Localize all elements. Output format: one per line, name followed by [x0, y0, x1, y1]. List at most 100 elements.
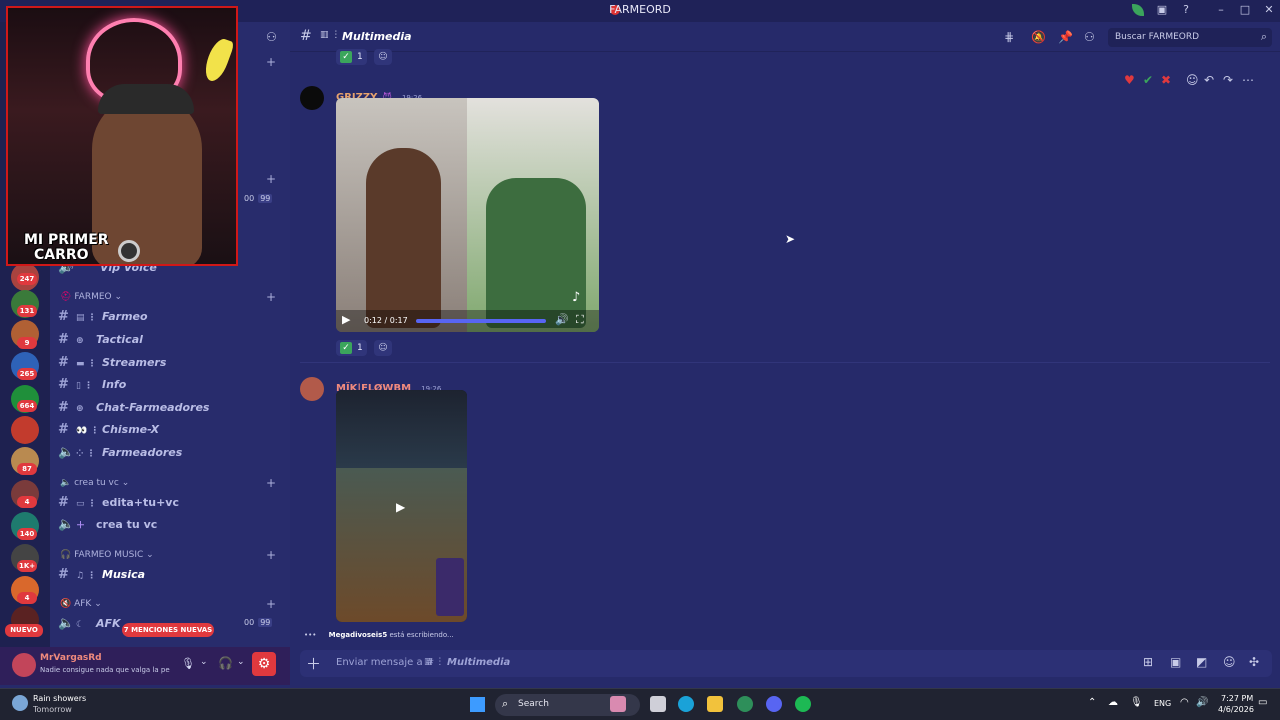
- clock-date[interactable]: 4/6/2026: [1218, 705, 1254, 714]
- threads-icon[interactable]: ⋕: [1004, 30, 1014, 44]
- channel-chisme-x[interactable]: # 👀 ⋮ Chisme-X: [58, 422, 159, 440]
- add-channel-icon[interactable]: +: [266, 290, 276, 304]
- category-afk[interactable]: 🔇 AFK ⌄: [60, 599, 102, 609]
- play-icon[interactable]: ▶: [396, 500, 405, 514]
- group-figure: [486, 178, 586, 328]
- maximize-button[interactable]: □: [1235, 3, 1255, 16]
- screen-icon[interactable]: ▣: [1152, 3, 1172, 16]
- gif-icon[interactable]: ▣: [1170, 655, 1181, 669]
- channel-info[interactable]: # ▯ ⋮ Info: [58, 377, 126, 395]
- hash-icon: #: [58, 495, 69, 510]
- add-channel-icon[interactable]: +: [266, 55, 276, 69]
- add-channel-icon[interactable]: +: [266, 548, 276, 562]
- members-icon[interactable]: ⚇: [1084, 30, 1095, 44]
- headphones-icon[interactable]: 🎧: [218, 656, 233, 670]
- message-composer[interactable]: ＋ Enviar mensaje a # ▥ ⋮ Multimedia ⊞ ▣ …: [300, 650, 1272, 677]
- sticker-icon[interactable]: ◩: [1196, 655, 1207, 669]
- category-farmeo[interactable]: ⛑ FARMEO ⌄: [60, 292, 122, 302]
- heart-icon[interactable]: ♥: [1124, 73, 1135, 87]
- clock-time[interactable]: 7:27 PM: [1221, 694, 1253, 703]
- category-farmeo-music[interactable]: 🎧 FARMEO MUSIC ⌄: [60, 550, 154, 560]
- reaction-check[interactable]: ✓ 1: [336, 340, 367, 356]
- tray-chevron-icon[interactable]: ⌃: [1088, 697, 1096, 708]
- emoji-icon[interactable]: ☺: [1223, 655, 1236, 669]
- play-icon[interactable]: ▶: [342, 313, 350, 326]
- avatar[interactable]: [12, 653, 36, 677]
- video-attachment[interactable]: ▶: [336, 390, 467, 622]
- cross-icon[interactable]: ✖: [1161, 73, 1171, 87]
- cursor-icon: ➤: [785, 232, 796, 246]
- server-icon[interactable]: [11, 416, 39, 444]
- voice-count-b: 99: [258, 194, 273, 203]
- app-icon[interactable]: [737, 696, 753, 712]
- search-label: Search: [518, 699, 549, 709]
- spotify-icon[interactable]: [795, 696, 811, 712]
- add-reaction-button[interactable]: ☺: [374, 49, 392, 65]
- discord-icon[interactable]: [766, 696, 782, 712]
- video-attachment[interactable]: ♪ ▶ 0:12 / 0:17 🔊 ⛶: [336, 98, 599, 332]
- forward-icon[interactable]: ↷: [1223, 73, 1233, 87]
- volume-icon[interactable]: 🔊: [555, 313, 569, 326]
- message-avatar[interactable]: [300, 86, 324, 110]
- tray-widgets-icon[interactable]: [610, 696, 626, 712]
- new-pill[interactable]: NUEVO: [5, 624, 43, 637]
- channel-farmeadores[interactable]: 🔈 ⁘ ⋮ Farmeadores: [58, 445, 182, 463]
- chevron-down-icon[interactable]: ⌄: [200, 657, 208, 667]
- voice-count: 00 99: [244, 618, 273, 627]
- channel-tactical[interactable]: # ⊕ Tactical: [58, 332, 143, 350]
- settings-gear-icon[interactable]: ⚙: [252, 652, 276, 676]
- file-explorer-icon[interactable]: [707, 696, 723, 712]
- fullscreen-icon[interactable]: ⛶: [576, 313, 584, 327]
- video-progress[interactable]: [416, 319, 546, 323]
- close-button[interactable]: ✕: [1259, 3, 1279, 16]
- add-channel-icon[interactable]: +: [266, 597, 276, 611]
- more-icon[interactable]: ⋯: [1242, 73, 1254, 87]
- add-channel-icon[interactable]: +: [266, 476, 276, 490]
- wifi-icon[interactable]: ◠: [1180, 697, 1189, 708]
- chevron-down-icon[interactable]: ⌄: [237, 657, 245, 667]
- volume-icon[interactable]: 🔊: [1196, 697, 1208, 708]
- pin-icon[interactable]: 📌: [1058, 30, 1073, 44]
- channel-chat-farmeadores[interactable]: # ⊕ Chat-Farmeadores: [58, 400, 209, 418]
- check-icon[interactable]: ✔: [1143, 73, 1153, 87]
- category-label: crea tu vc: [74, 478, 119, 488]
- document-icon: ▯ ⋮: [76, 381, 94, 391]
- gift-icon[interactable]: ⊞: [1143, 655, 1153, 669]
- channel-musica[interactable]: # ♫ ⋮ Musica: [58, 567, 145, 585]
- network-icon[interactable]: ☁: [1108, 697, 1118, 708]
- lang-indicator[interactable]: ENG: [1154, 699, 1171, 708]
- add-reaction-button[interactable]: ☺: [374, 340, 392, 356]
- weather-icon[interactable]: [12, 695, 28, 711]
- add-member-icon[interactable]: ⚇: [266, 30, 277, 44]
- channel-edita-tu-vc[interactable]: # ▭ ⋮ edita+tu+vc: [58, 495, 179, 513]
- message-avatar[interactable]: [300, 377, 324, 401]
- banana-sign: [201, 35, 235, 85]
- reaction-check[interactable]: ✓ 1: [336, 49, 367, 65]
- channel-afk[interactable]: 🔈 ☾ AFK: [58, 616, 121, 634]
- add-channel-icon[interactable]: +: [266, 172, 276, 186]
- mentions-pill[interactable]: 7 MENCIONES NUEVAS: [122, 623, 214, 637]
- reply-icon[interactable]: ↶: [1204, 73, 1214, 87]
- username[interactable]: MrVargasRd: [40, 653, 102, 663]
- channel-emoji-icon: ▥ ⋮: [320, 30, 341, 40]
- add-reaction-icon[interactable]: ☺: [1186, 73, 1199, 87]
- start-icon[interactable]: [470, 697, 485, 712]
- minimize-button[interactable]: –: [1211, 3, 1231, 16]
- apps-icon[interactable]: ✣: [1249, 655, 1259, 669]
- mic-icon[interactable]: 🎙: [1130, 697, 1143, 708]
- plus-icon[interactable]: ＋: [306, 653, 321, 674]
- leaf-icon[interactable]: [1132, 4, 1144, 16]
- search-input[interactable]: Buscar FARMEORD ⌕: [1108, 28, 1272, 47]
- task-view-icon[interactable]: [650, 696, 666, 712]
- mute-bell-icon[interactable]: 🔕: [1031, 30, 1046, 44]
- help-icon[interactable]: ?: [1176, 3, 1196, 16]
- channel-crea-tu-vc[interactable]: 🔈 ＋ crea tu vc: [58, 517, 157, 535]
- mic-icon[interactable]: 🎙: [181, 657, 195, 670]
- notification-icon[interactable]: ▭: [1258, 697, 1267, 708]
- channel-title: Multimedia: [342, 30, 412, 43]
- channel-farmeo[interactable]: # ▤ ⋮ Farmeo: [58, 309, 148, 327]
- server-badge: 87: [17, 463, 37, 475]
- category-crea-tu-vc[interactable]: 🔈 crea tu vc ⌄: [60, 478, 129, 488]
- channel-streamers[interactable]: # ▬ ⋮ Streamers: [58, 355, 166, 373]
- edge-icon[interactable]: [678, 696, 694, 712]
